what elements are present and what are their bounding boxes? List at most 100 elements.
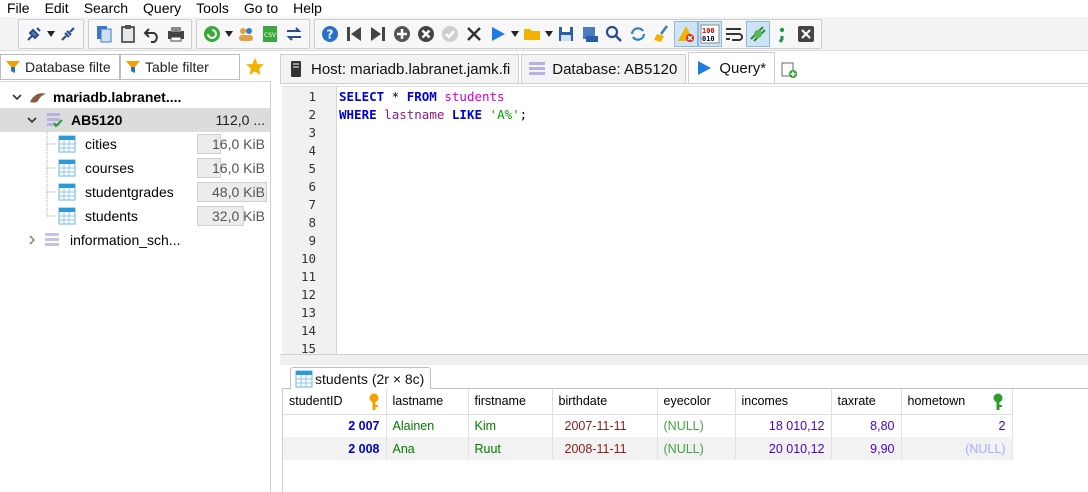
transfer-icon[interactable] bbox=[282, 21, 306, 47]
menu-search[interactable]: Search bbox=[76, 0, 135, 17]
table-size: 32,0 KiB bbox=[212, 208, 265, 224]
chevron-down-icon[interactable] bbox=[46, 21, 56, 47]
run-icon[interactable] bbox=[486, 21, 510, 47]
tab-database[interactable]: Database: AB5120 bbox=[521, 54, 687, 83]
chevron-down-icon[interactable] bbox=[25, 113, 39, 127]
column-header[interactable]: incomes bbox=[735, 389, 832, 415]
tab-host[interactable]: Host: mariadb.labranet.jamk.fi bbox=[280, 54, 520, 83]
cell-taxrate[interactable]: 9,90 bbox=[831, 437, 902, 460]
help-icon[interactable]: ? bbox=[318, 21, 342, 47]
svg-text:010: 010 bbox=[702, 35, 715, 43]
cell-studentid[interactable]: 2 008 bbox=[283, 437, 387, 460]
user-manager-icon[interactable] bbox=[234, 21, 258, 47]
new-query-tab-icon[interactable] bbox=[777, 57, 801, 83]
code-line-2: WHERE lastname LIKE 'A%'; bbox=[339, 107, 527, 122]
stop-icon[interactable] bbox=[794, 21, 818, 47]
database-filter-input[interactable]: Database filte bbox=[0, 53, 120, 80]
menu-help[interactable]: Help bbox=[285, 0, 329, 17]
primary-key-icon bbox=[369, 393, 378, 410]
tree-database-node[interactable]: AB5120 112,0 ... bbox=[0, 108, 270, 132]
sql-keyword: SELECT bbox=[339, 89, 385, 104]
database-tree: mariadb.labranet.... AB5120 112,0 ... ci… bbox=[0, 81, 271, 492]
column-header[interactable]: lastname bbox=[386, 389, 469, 415]
column-header[interactable]: eyecolor bbox=[657, 389, 736, 415]
chevron-down-icon[interactable] bbox=[544, 21, 554, 47]
cell-hometown[interactable]: 2 bbox=[901, 414, 1013, 437]
favorites-star-icon[interactable] bbox=[240, 54, 270, 80]
find-replace-icon[interactable] bbox=[626, 21, 650, 47]
cancel-icon[interactable] bbox=[414, 21, 438, 47]
print-icon[interactable] bbox=[164, 21, 188, 47]
cell-incomes[interactable]: 18 010,12 bbox=[735, 414, 832, 437]
menu-tools[interactable]: Tools bbox=[188, 0, 236, 17]
cell-lastname[interactable]: Alainen bbox=[386, 414, 469, 437]
menu-goto[interactable]: Go to bbox=[236, 0, 285, 17]
chevron-down-icon[interactable] bbox=[10, 90, 24, 104]
paste-icon[interactable] bbox=[116, 21, 140, 47]
tab-query[interactable]: Query* bbox=[688, 52, 776, 83]
export-csv-icon[interactable]: CSV bbox=[258, 21, 282, 47]
line-number: 14 bbox=[300, 323, 316, 338]
check-icon[interactable] bbox=[438, 21, 462, 47]
cell-eyecolor[interactable]: (NULL) bbox=[657, 414, 736, 437]
column-header[interactable]: hometown bbox=[901, 389, 1013, 415]
add-icon[interactable] bbox=[390, 21, 414, 47]
cell-birthdate[interactable]: 2007-11-11 bbox=[552, 414, 658, 437]
menu-query[interactable]: Query bbox=[135, 0, 188, 17]
database-name: information_sch... bbox=[70, 232, 181, 248]
sql-editor[interactable]: 1 2 3 4 5 6 7 8 9 10 11 12 13 14 15 SELE… bbox=[282, 86, 1088, 354]
cell-firstname[interactable]: Kim bbox=[468, 414, 553, 437]
binary-icon[interactable]: 100 010 bbox=[698, 20, 722, 47]
save-snippet-icon[interactable] bbox=[578, 21, 602, 47]
refresh-icon[interactable] bbox=[200, 21, 224, 47]
cell-birthdate[interactable]: 2008-11-11 bbox=[552, 437, 658, 460]
column-header[interactable]: birthdate bbox=[552, 389, 658, 415]
shape-icon[interactable] bbox=[746, 20, 770, 47]
tree-database-node[interactable]: information_sch... bbox=[0, 228, 270, 252]
undo-icon[interactable] bbox=[140, 21, 164, 47]
table-icon bbox=[57, 182, 77, 202]
menu-file[interactable]: File bbox=[0, 0, 37, 17]
filter-bar: Database filte Table filter bbox=[0, 53, 278, 80]
sql-keyword: WHERE bbox=[339, 107, 377, 122]
cell-taxrate[interactable]: 8,80 bbox=[831, 414, 902, 437]
menu-edit[interactable]: Edit bbox=[37, 0, 76, 17]
column-header[interactable]: taxrate bbox=[831, 389, 902, 415]
open-file-icon[interactable] bbox=[520, 21, 544, 47]
splitter[interactable] bbox=[280, 354, 1088, 365]
table-row[interactable]: 2 008 Ana Ruut 2008-11-11 (NULL) 20 010,… bbox=[283, 437, 1013, 460]
last-icon[interactable] bbox=[366, 21, 390, 47]
cell-lastname[interactable]: Ana bbox=[386, 437, 469, 460]
toolbar-group-data: ? 100 010 bbox=[314, 18, 822, 49]
cell-incomes[interactable]: 20 010,12 bbox=[735, 437, 832, 460]
column-header[interactable]: firstname bbox=[468, 389, 553, 415]
chevron-down-icon[interactable] bbox=[224, 21, 234, 47]
disconnect-icon[interactable] bbox=[56, 21, 80, 47]
warning-icon[interactable] bbox=[674, 20, 698, 47]
tab-result-students[interactable]: students (2r × 8c) bbox=[290, 367, 432, 390]
connect-icon[interactable] bbox=[22, 21, 46, 47]
table-filter-input[interactable]: Table filter bbox=[120, 53, 240, 80]
cell-eyecolor[interactable]: (NULL) bbox=[657, 437, 736, 460]
cell-studentid[interactable]: 2 007 bbox=[283, 414, 387, 437]
cell-firstname[interactable]: Ruut bbox=[468, 437, 553, 460]
column-header[interactable]: studentID bbox=[283, 389, 387, 415]
tree-server-node[interactable]: mariadb.labranet.... bbox=[0, 85, 270, 109]
delete-icon[interactable] bbox=[462, 21, 486, 47]
wrap-icon[interactable] bbox=[722, 21, 746, 47]
save-icon[interactable] bbox=[554, 21, 578, 47]
chevron-down-icon[interactable] bbox=[510, 21, 520, 47]
semicolon-icon[interactable] bbox=[770, 21, 794, 47]
first-icon[interactable] bbox=[342, 21, 366, 47]
line-number: 6 bbox=[308, 179, 316, 194]
funnel-icon bbox=[126, 60, 140, 73]
find-icon[interactable] bbox=[602, 21, 626, 47]
tab-host-label: Host: mariadb.labranet.jamk.fi bbox=[311, 60, 511, 78]
main-tabs: Host: mariadb.labranet.jamk.fi Database:… bbox=[280, 52, 1088, 84]
clear-icon[interactable] bbox=[650, 21, 674, 47]
mariadb-seal-icon bbox=[28, 87, 48, 107]
table-row[interactable]: 2 007 Alainen Kim 2007-11-11 (NULL) 18 0… bbox=[283, 414, 1013, 437]
copy-icon[interactable] bbox=[92, 21, 116, 47]
cell-hometown[interactable]: (NULL) bbox=[901, 437, 1013, 460]
chevron-right-icon[interactable] bbox=[25, 233, 39, 247]
